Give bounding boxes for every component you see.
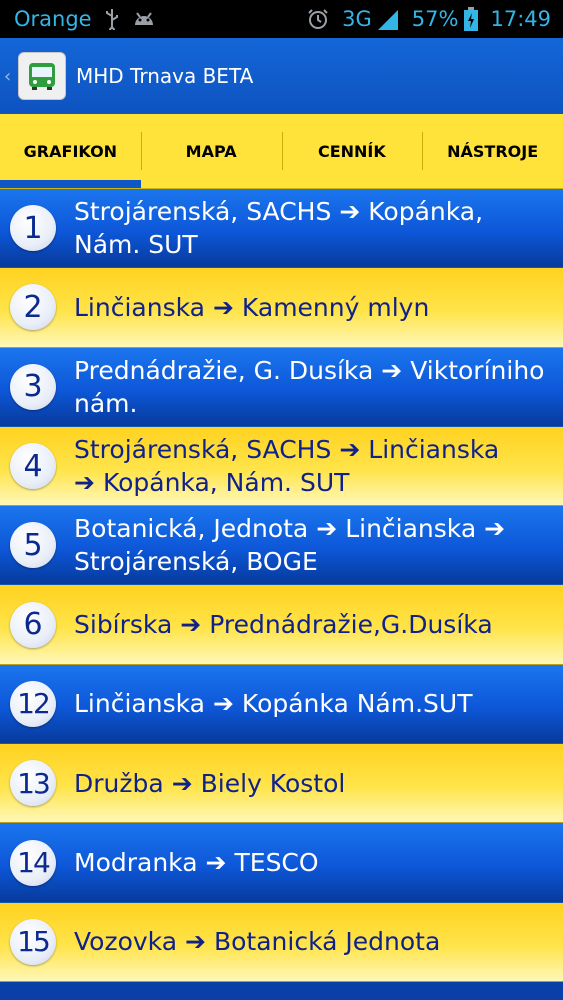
route-description: Sibírska ➔ Prednádražie,G.Dusíka <box>74 608 499 641</box>
route-description: Družba ➔ Biely Kostol <box>74 767 351 800</box>
bus-app-icon[interactable] <box>18 52 66 100</box>
arrow-right-icon: ➔ <box>212 689 234 719</box>
usb-icon <box>104 8 120 30</box>
battery-percent: 57% <box>411 7 459 31</box>
route-row[interactable]: 13 Družba ➔ Biely Kostol <box>0 744 563 824</box>
route-description: Strojárenská, SACHS ➔ Kopánka, Nám. SUT <box>74 195 563 261</box>
stop-name: Prednádražie, G. Dusíka <box>74 355 374 385</box>
route-row[interactable]: 2 Linčianska ➔ Kamenný mlyn <box>0 268 563 348</box>
route-row[interactable]: 6 Sibírska ➔ Prednádražie,G.Dusíka <box>0 585 563 665</box>
tab-bar: GRAFIKON MAPA CENNÍK NÁSTROJE <box>0 114 563 189</box>
route-row[interactable]: 14 Modranka ➔ TESCO <box>0 823 563 903</box>
tab-grafikon[interactable]: GRAFIKON <box>0 114 141 188</box>
route-description: Vozovka ➔ Botanická Jednota <box>74 925 446 958</box>
route-row[interactable]: 4 Strojárenská, SACHS ➔ Linčianska ➔ Kopánka… <box>0 426 563 507</box>
route-number-badge: 3 <box>10 363 56 410</box>
stop-name: Strojárenská, SACHS <box>74 197 332 227</box>
route-number-badge: 1 <box>10 205 56 252</box>
tab-nastroje[interactable]: NÁSTROJE <box>422 114 563 188</box>
route-number-badge: 2 <box>10 284 56 331</box>
signal-icon <box>376 8 400 30</box>
tab-mapa[interactable]: MAPA <box>140 114 282 188</box>
action-bar: ‹ MHD Trnava BETA <box>0 38 563 114</box>
route-number-badge: 4 <box>10 443 56 490</box>
arrow-right-icon: ➔ <box>74 468 95 498</box>
route-description: Modranka ➔ TESCO <box>74 846 325 879</box>
stop-name: Družba <box>74 768 164 798</box>
arrow-right-icon: ➔ <box>205 848 227 878</box>
alarm-icon <box>306 7 330 31</box>
route-number-badge: 13 <box>10 760 56 807</box>
status-bar: Orange 3G 57% 17:49 <box>0 0 563 38</box>
route-number-badge: 5 <box>10 522 56 569</box>
stop-name: Linčianska <box>74 292 205 322</box>
route-description: Linčianska ➔ Kopánka Nám.SUT <box>74 687 478 720</box>
stop-name: Prednádražie,G.Dusíka <box>209 610 493 640</box>
route-row[interactable]: 5 Botanická, Jednota ➔ Linčianska ➔Strojáre… <box>0 506 563 586</box>
arrow-right-icon: ➔ <box>185 927 206 957</box>
arrow-right-icon: ➔ <box>212 292 234 322</box>
stop-name: Strojárenská, SACHS <box>74 435 332 465</box>
stop-name: Kopánka, Nám. SUT <box>102 468 350 498</box>
arrow-right-icon: ➔ <box>316 514 338 544</box>
stop-name: Botanická Jednota <box>213 927 441 957</box>
back-caret-icon[interactable]: ‹ <box>4 66 18 87</box>
route-row[interactable]: 15 Vozovka ➔ Botanická Jednota <box>0 902 563 982</box>
arrow-right-icon: ➔ <box>339 197 361 227</box>
stop-name: Kopánka Nám.SUT <box>241 689 473 719</box>
route-number-badge: 12 <box>10 680 56 727</box>
battery-charging-icon <box>464 7 479 31</box>
route-number-badge: 6 <box>10 601 56 648</box>
stop-name: TESCO <box>234 848 319 878</box>
route-row[interactable]: 3 Prednádražie, G. Dusíka ➔ Viktoríniho ná… <box>0 347 563 427</box>
stop-name: Linčianska <box>368 435 500 465</box>
app-title: MHD Trnava BETA <box>76 64 254 88</box>
stop-name: Strojárenská, BOGE <box>74 547 318 577</box>
route-description: Strojárenská, SACHS ➔ Linčianska ➔ Kopánka, … <box>74 433 505 499</box>
tab-cennik[interactable]: CENNÍK <box>281 114 423 188</box>
stop-name: Linčianska <box>345 514 477 544</box>
android-debug-icon <box>132 9 156 29</box>
arrow-right-icon: ➔ <box>381 355 403 385</box>
stop-name: Vozovka <box>74 927 178 957</box>
arrow-right-icon: ➔ <box>180 610 202 640</box>
route-description: Botanická, Jednota ➔ Linčianska ➔Strojárens… <box>74 512 563 578</box>
stop-name: Botanická, Jednota <box>74 514 309 544</box>
carrier-name: Orange <box>14 7 92 31</box>
stop-name: Linčianska <box>74 689 205 719</box>
route-number-badge: 15 <box>10 918 56 965</box>
stop-name: Modranka <box>74 848 198 878</box>
route-description: Prednádražie, G. Dusíka ➔ Viktoríniho nám. <box>74 354 563 420</box>
arrow-right-icon: ➔ <box>339 435 361 465</box>
route-description: Linčianska ➔ Kamenný mlyn <box>74 291 435 324</box>
route-number-badge: 14 <box>10 839 56 886</box>
stop-name: Sibírska <box>74 610 173 640</box>
arrow-right-icon: ➔ <box>484 514 506 544</box>
route-row[interactable]: 12 Linčianska ➔ Kopánka Nám.SUT <box>0 664 563 745</box>
route-row[interactable]: 1 Strojárenská, SACHS ➔ Kopánka, Nám. SUT <box>0 189 563 269</box>
stop-name: Kamenný mlyn <box>241 292 430 322</box>
arrow-right-icon: ➔ <box>171 768 193 798</box>
network-type: 3G <box>342 7 372 31</box>
clock: 17:49 <box>490 7 551 31</box>
route-list: 1 Strojárenská, SACHS ➔ Kopánka, Nám. SUT … <box>0 189 563 982</box>
stop-name: Biely Kostol <box>200 768 346 798</box>
